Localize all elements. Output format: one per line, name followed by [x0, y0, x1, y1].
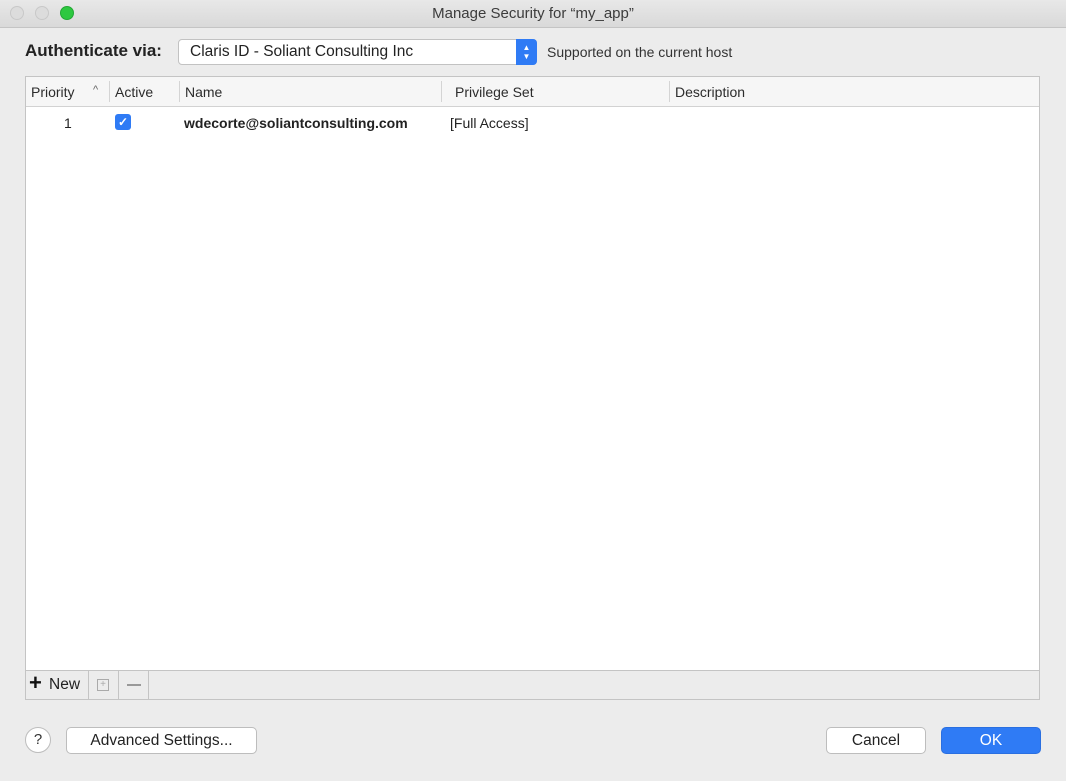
help-button[interactable]: ?: [25, 727, 51, 753]
column-divider[interactable]: [441, 81, 442, 102]
plus-icon: +: [29, 670, 42, 695]
table-header: Priority ^ Active Name Privilege Set Des…: [26, 77, 1039, 107]
support-note: Supported on the current host: [547, 44, 733, 60]
table-toolbar: + New +: [25, 670, 1040, 700]
column-header-active[interactable]: Active: [115, 84, 153, 100]
window-title: Manage Security for “my_app”: [432, 5, 634, 22]
authenticate-via-popup[interactable]: Claris ID - Soliant Consulting Inc ▲ ▼: [178, 39, 537, 65]
accounts-table: Priority ^ Active Name Privilege Set Des…: [25, 76, 1040, 671]
advanced-settings-button[interactable]: Advanced Settings...: [66, 727, 257, 754]
cancel-button[interactable]: Cancel: [826, 727, 926, 754]
column-divider[interactable]: [179, 81, 180, 102]
column-divider[interactable]: [109, 81, 110, 102]
active-checkbox[interactable]: ✓: [115, 114, 131, 130]
chevron-updown-icon: ▲ ▼: [516, 39, 537, 65]
ok-button[interactable]: OK: [941, 727, 1041, 754]
new-button-label: New: [49, 676, 81, 693]
delete-account-button[interactable]: [119, 671, 149, 699]
cell-priority: 1: [64, 115, 72, 131]
cell-name: wdecorte@soliantconsulting.com: [184, 115, 408, 131]
cell-privilege-set: [Full Access]: [450, 115, 529, 131]
column-header-priority[interactable]: Priority: [31, 84, 75, 100]
column-divider[interactable]: [669, 81, 670, 102]
minus-icon: [127, 684, 141, 686]
column-header-description[interactable]: Description: [675, 84, 745, 100]
duplicate-icon: +: [97, 679, 109, 691]
authenticate-via-label: Authenticate via:: [25, 41, 162, 60]
sort-up-icon: ^: [93, 84, 99, 96]
table-row[interactable]: 1 ✓ wdecorte@soliantconsulting.com [Full…: [26, 108, 1039, 136]
column-header-privilege-set[interactable]: Privilege Set: [455, 84, 534, 100]
duplicate-account-button[interactable]: +: [89, 671, 119, 699]
column-header-name[interactable]: Name: [185, 84, 222, 100]
title-bar: Manage Security for “my_app”: [0, 0, 1066, 28]
checkmark-icon: ✓: [117, 115, 129, 129]
new-account-button[interactable]: + New: [26, 670, 89, 699]
authenticate-via-value: Claris ID - Soliant Consulting Inc: [190, 43, 414, 60]
